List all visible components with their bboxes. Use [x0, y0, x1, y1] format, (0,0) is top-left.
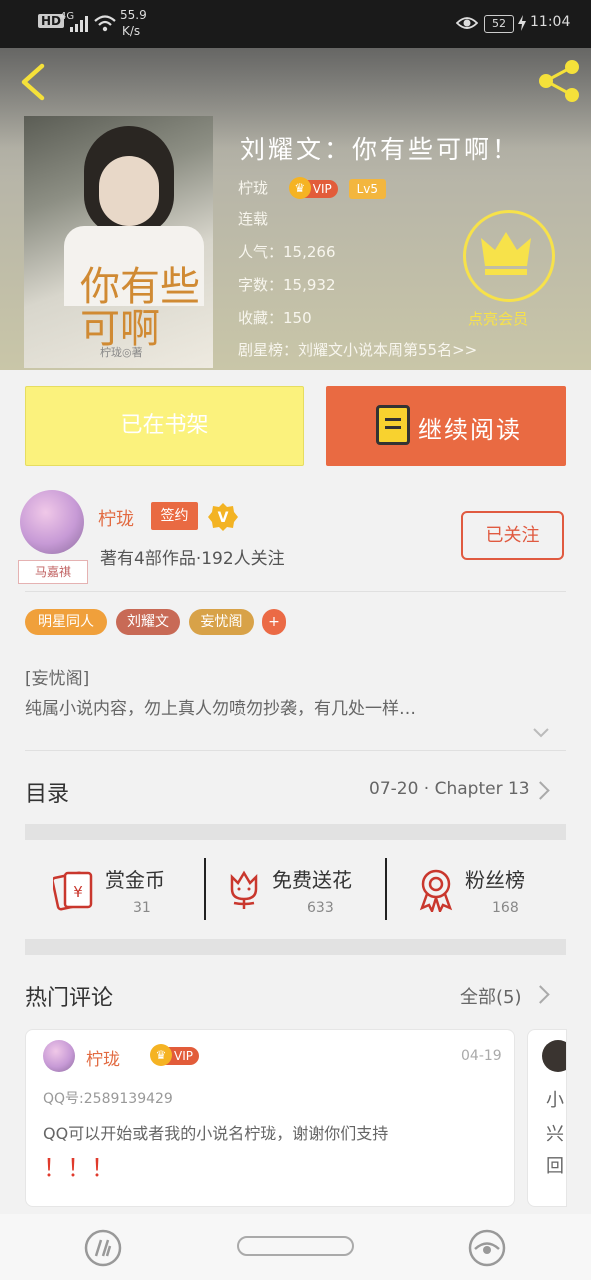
book-author[interactable]: 柠珑	[238, 179, 268, 197]
stat-divider	[385, 858, 387, 920]
catalog-title[interactable]: 目录	[25, 776, 69, 808]
medal-icon[interactable]	[416, 868, 456, 916]
section-band	[25, 824, 566, 840]
vip-badge: ♛ VIP	[288, 177, 338, 199]
crown-icon	[481, 232, 531, 275]
charging-icon	[518, 15, 526, 35]
book-word-count: 字数：15,932	[238, 276, 336, 294]
avatar[interactable]	[43, 1040, 75, 1072]
tag-item[interactable]: 明星同人	[25, 609, 107, 635]
verified-badge: V	[208, 502, 238, 532]
red-envelope-icon[interactable]: ¥	[51, 869, 95, 915]
in-shelf-label: 已在书架	[120, 413, 209, 438]
battery-level: 52	[484, 15, 514, 33]
all-comments-link[interactable]: 全部(5)	[460, 983, 522, 1009]
svg-text:¥: ¥	[73, 883, 83, 901]
comment-text-line: 回	[546, 1156, 564, 1177]
ranking-link[interactable]: 剧星榜：刘耀文小说本周第55名>>	[238, 339, 477, 360]
comment-date: 04-19	[461, 1048, 502, 1064]
crown-icon: ♛	[288, 177, 311, 199]
svg-text:V: V	[218, 510, 229, 526]
expand-intro-button[interactable]	[531, 722, 551, 742]
add-tag-button[interactable]: +	[262, 609, 286, 635]
book-cover[interactable]: 你有些可啊 柠珑◎著	[24, 116, 213, 368]
author-name[interactable]: 柠珑	[98, 505, 134, 531]
avatar-frame-tag: 马嘉祺	[18, 560, 88, 584]
signed-badge: 签约	[151, 502, 198, 530]
comment-text-line: QQ可以开始或者我的小说名柠珑，谢谢你们支持	[43, 1124, 389, 1143]
hot-comments-title: 热门评论	[25, 986, 114, 1011]
recents-icon	[84, 1229, 122, 1267]
cover-author: 柠珑◎著	[100, 346, 143, 359]
stat-value: 31	[133, 900, 151, 916]
book-title: 刘耀文：你有些可啊！	[240, 135, 521, 164]
assistant-button[interactable]	[467, 1228, 507, 1268]
continue-reading-label: 继续阅读	[418, 416, 522, 444]
stat-label[interactable]: 赏金币	[105, 864, 165, 893]
net-speed-unit: K/s	[122, 24, 141, 38]
recents-button[interactable]	[83, 1228, 123, 1268]
intro-line-2: 纯属小说内容，勿上真人勿喷勿抄袭，有几处一样…	[25, 699, 416, 719]
wifi-icon	[94, 14, 116, 36]
share-icon	[539, 60, 579, 102]
status-bar: HD 4G 55.9 K/s 52 11:04	[0, 0, 591, 48]
crown-icon: ♛	[150, 1044, 172, 1066]
share-button[interactable]	[536, 58, 582, 104]
latest-chapter[interactable]: 07-20 · Chapter 13	[369, 779, 530, 799]
in-shelf-button[interactable]: 已在书架	[25, 386, 304, 466]
signal-icon	[70, 16, 88, 36]
section-band	[25, 939, 566, 955]
stat-label[interactable]: 免费送花	[272, 864, 352, 893]
chevron-down-icon	[533, 728, 549, 738]
comment-text-line: ！！！	[43, 1154, 115, 1182]
intro-line-1: [妄忧阁]	[25, 669, 90, 689]
stat-label[interactable]: 粉丝榜	[465, 864, 525, 893]
book-favorites: 收藏：150	[238, 309, 312, 327]
tag-item[interactable]: 妄忧阁	[189, 609, 254, 635]
chevron-right-icon[interactable]	[531, 781, 550, 800]
comment-text-line: 小	[546, 1090, 564, 1111]
follow-button[interactable]: 已关注	[461, 511, 564, 560]
cover-title: 你有些可啊	[80, 264, 200, 352]
clock: 11:04	[530, 14, 571, 30]
level-badge: Lv5	[348, 179, 386, 199]
book-author-row: 柠珑 ♛ VIP Lv5	[238, 177, 386, 199]
tag-item[interactable]: 刘耀文	[116, 609, 180, 635]
comment-card[interactable]: 柠珑 ♛ VIP 04-19 QQ号:2589139429 QQ可以开始或者我的小…	[25, 1029, 515, 1207]
book-status: 连载	[238, 210, 269, 228]
avatar[interactable]	[542, 1040, 566, 1072]
comment-card[interactable]: 小 兴 回	[527, 1029, 567, 1207]
comment-user[interactable]: 柠珑	[86, 1045, 120, 1070]
back-button[interactable]	[14, 62, 54, 102]
net-speed: 55.9	[120, 8, 147, 22]
author-avatar[interactable]	[20, 490, 84, 554]
eye-icon	[455, 15, 479, 35]
comment-text-line: QQ号:2589139429	[43, 1091, 173, 1107]
member-crown-button[interactable]	[463, 210, 555, 302]
book-icon	[376, 405, 410, 445]
stat-divider	[204, 858, 206, 920]
chevron-right-icon[interactable]	[531, 985, 550, 1004]
stat-value: 633	[307, 900, 334, 916]
home-pill-button[interactable]	[237, 1236, 354, 1256]
author-subtitle: 著有4部作品·192人关注	[100, 549, 285, 569]
eye-swirl-icon	[468, 1229, 506, 1267]
book-popularity: 人气：15,266	[238, 243, 336, 261]
stat-value: 168	[492, 900, 519, 916]
comment-text-line: 兴	[546, 1124, 564, 1145]
member-label[interactable]: 点亮会员	[468, 308, 528, 329]
back-icon	[21, 63, 45, 101]
vip-badge: ♛ VIP	[150, 1044, 199, 1066]
flower-icon[interactable]	[224, 869, 264, 915]
continue-reading-button[interactable]: 继续阅读	[326, 386, 566, 466]
